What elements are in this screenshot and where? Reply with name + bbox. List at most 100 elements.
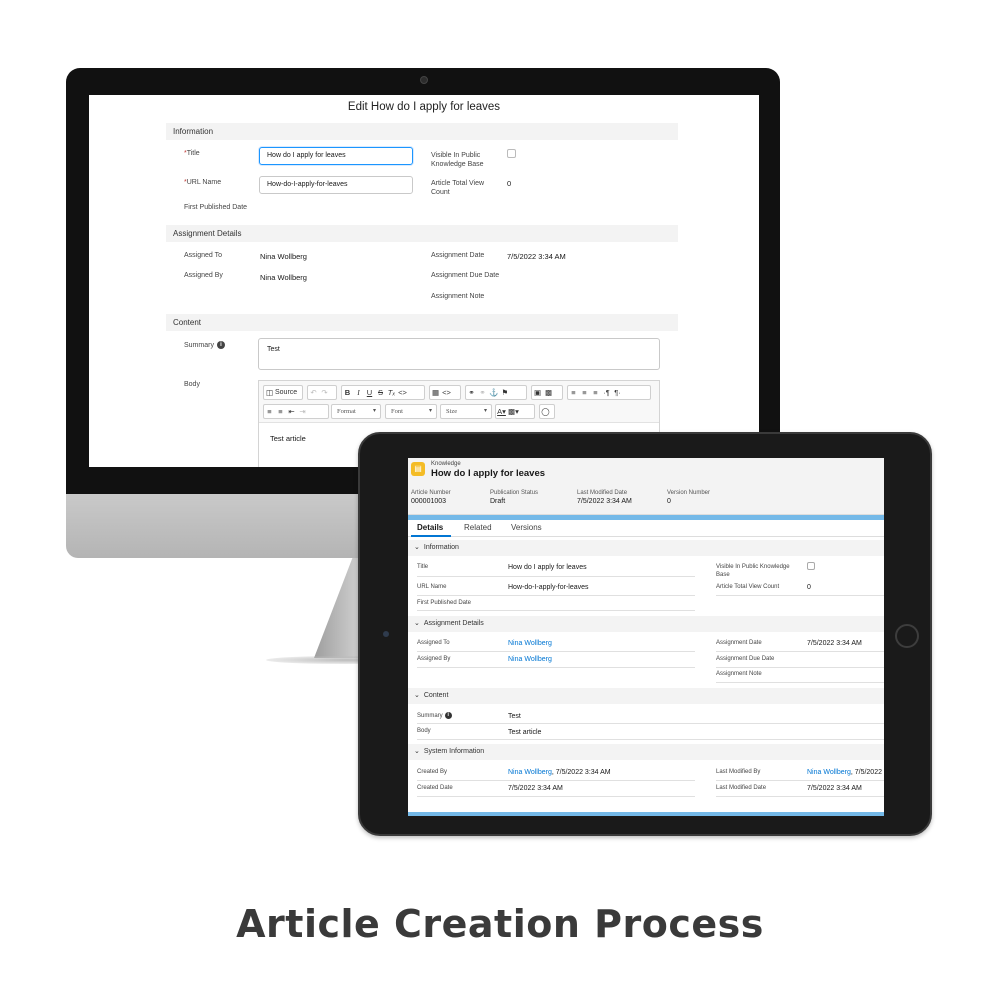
- tab-details[interactable]: Details: [417, 523, 443, 532]
- first-published-label: First Published Date: [417, 600, 472, 606]
- underline-icon[interactable]: U: [364, 388, 375, 397]
- section-system-information[interactable]: ⌄ System Information: [408, 744, 884, 760]
- editor-toolbar: ◫ Source ↶ ↷ B I U S Tₓ <> ▦ <> ⚭ ⚭ ⚓ ⚑ ▣ ▩ ≡ ≡ ≡…: [259, 381, 659, 423]
- divider: [716, 651, 884, 652]
- publication-status-value: Draft: [490, 498, 506, 505]
- chevron-down-icon: ⌄: [414, 692, 420, 699]
- section-content[interactable]: ⌄ Content: [408, 688, 884, 704]
- divider: [716, 780, 884, 781]
- assignment-date-value: 7/5/2022 3:34 AM: [807, 640, 862, 647]
- redo-icon[interactable]: ↷: [319, 388, 330, 397]
- chevron-down-icon: ⌄: [414, 620, 420, 627]
- image-icon[interactable]: ▣: [532, 388, 543, 397]
- divider: [417, 723, 884, 724]
- created-by-link[interactable]: Nina Wollberg: [508, 769, 552, 776]
- info-icon: i: [444, 712, 452, 719]
- url-name-input[interactable]: How-do-I-apply-for-leaves: [259, 176, 413, 194]
- align-right-icon[interactable]: ≡: [590, 388, 601, 397]
- visible-public-kb-checkbox[interactable]: [507, 149, 516, 158]
- assignment-date-label: Assignment Date: [716, 640, 762, 646]
- text-color-icon[interactable]: A▾: [496, 407, 507, 416]
- divider: [417, 651, 695, 652]
- created-by-label: Created By: [417, 769, 448, 775]
- code-icon[interactable]: <>: [397, 388, 408, 397]
- code-block-icon[interactable]: <>: [441, 388, 452, 397]
- link-icon[interactable]: ⚭: [466, 388, 477, 397]
- bold-icon[interactable]: B: [342, 388, 353, 397]
- italic-icon[interactable]: I: [353, 388, 364, 397]
- indent-icon[interactable]: ⇥: [297, 407, 308, 416]
- section-assignment-details[interactable]: ⌄ Assignment Details: [408, 616, 884, 632]
- media-group: ▣ ▩: [531, 385, 563, 400]
- section-information-label: Information: [423, 544, 459, 551]
- assigned-to-label: Assigned To: [184, 252, 223, 259]
- align-center-icon[interactable]: ≡: [579, 388, 590, 397]
- active-tab-indicator: [411, 535, 451, 537]
- section-content[interactable]: Content: [166, 314, 678, 331]
- title-input[interactable]: How do I apply for leaves: [259, 147, 413, 165]
- link-group: ⚭ ⚭ ⚓ ⚑: [465, 385, 527, 400]
- assigned-to-link[interactable]: Nina Wollberg: [508, 640, 552, 647]
- divider: [716, 595, 884, 596]
- section-information[interactable]: Information: [166, 123, 678, 140]
- divider: [417, 667, 695, 668]
- last-modified-by-date: , 7/5/2022: [850, 769, 882, 776]
- color-group: A▾ ▩▾: [495, 404, 535, 419]
- speech-bubble-icon[interactable]: ◯: [540, 407, 551, 416]
- bullet-list-icon[interactable]: ≡: [264, 407, 275, 416]
- format-label: Format: [337, 408, 356, 415]
- align-left-icon[interactable]: ≡: [568, 388, 579, 397]
- font-dropdown[interactable]: Font ▾: [385, 404, 437, 419]
- summary-textarea[interactable]: Test: [258, 338, 660, 370]
- anchor-icon[interactable]: ⚓: [488, 388, 499, 397]
- last-modified-date-label: Last Modified Date: [577, 490, 628, 496]
- remove-format-icon[interactable]: Tₓ: [386, 388, 397, 397]
- assignment-date-label: Assignment Date: [431, 252, 485, 259]
- ltr-icon[interactable]: ·¶: [601, 388, 612, 397]
- divider: [417, 780, 695, 781]
- record-tabs: Details Related Versions: [408, 520, 884, 537]
- tab-related[interactable]: Related: [464, 523, 492, 532]
- body-value: Test article: [508, 729, 542, 736]
- body-label: Body: [184, 381, 200, 388]
- created-date-value: 7/5/2022 3:34 AM: [508, 785, 563, 792]
- divider: [417, 576, 695, 577]
- assigned-by-label: Assigned By: [417, 656, 451, 662]
- rtl-icon[interactable]: ¶·: [612, 388, 623, 397]
- section-system-label: System Information: [423, 748, 485, 755]
- section-assignment-details[interactable]: Assignment Details: [166, 225, 678, 242]
- undo-icon[interactable]: ↶: [308, 388, 319, 397]
- flag-icon[interactable]: ⚑: [499, 388, 510, 397]
- outdent-icon[interactable]: ⇤: [286, 407, 297, 416]
- assigned-by-link[interactable]: Nina Wollberg: [508, 656, 552, 663]
- assigned-by-value: Nina Wollberg: [260, 273, 307, 282]
- section-information[interactable]: ⌄ Information: [408, 540, 884, 556]
- record-header: ▤ Knowledge How do I apply for leaves Ar…: [408, 458, 884, 515]
- summary-label: Summary i: [417, 712, 452, 719]
- size-dropdown[interactable]: Size ▾: [440, 404, 492, 419]
- source-icon: ◫: [265, 388, 274, 397]
- tab-versions[interactable]: Versions: [511, 523, 542, 532]
- chevron-down-icon: ▾: [483, 408, 487, 414]
- chevron-down-icon: ▾: [372, 408, 376, 414]
- numbered-list-icon[interactable]: ≡: [275, 407, 286, 416]
- last-modified-by-link[interactable]: Nina Wollberg: [807, 769, 851, 776]
- background-color-icon[interactable]: ▩▾: [507, 407, 520, 416]
- chevron-down-icon: ⌄: [414, 544, 420, 551]
- format-dropdown[interactable]: Format ▾: [331, 404, 381, 419]
- title-value: How do I apply for leaves: [508, 564, 587, 571]
- unlink-icon[interactable]: ⚭: [477, 388, 488, 397]
- video-icon[interactable]: ▩: [543, 388, 554, 397]
- home-button[interactable]: [895, 624, 919, 648]
- camera-icon: [420, 76, 428, 84]
- title-label: Title: [417, 564, 429, 570]
- assigned-to-label: Assigned To: [417, 640, 450, 646]
- source-button[interactable]: ◫ Source: [263, 385, 303, 400]
- alignment-group: ≡ ≡ ≡ ·¶ ¶·: [567, 385, 651, 400]
- section-content-label: Content: [423, 692, 449, 699]
- table-icon[interactable]: ▦: [430, 388, 441, 397]
- editor-body-text[interactable]: Test article: [270, 434, 306, 443]
- assignment-note-label: Assignment Note: [431, 293, 485, 300]
- created-date-label: Created Date: [417, 785, 453, 791]
- strikethrough-icon[interactable]: S: [375, 388, 386, 397]
